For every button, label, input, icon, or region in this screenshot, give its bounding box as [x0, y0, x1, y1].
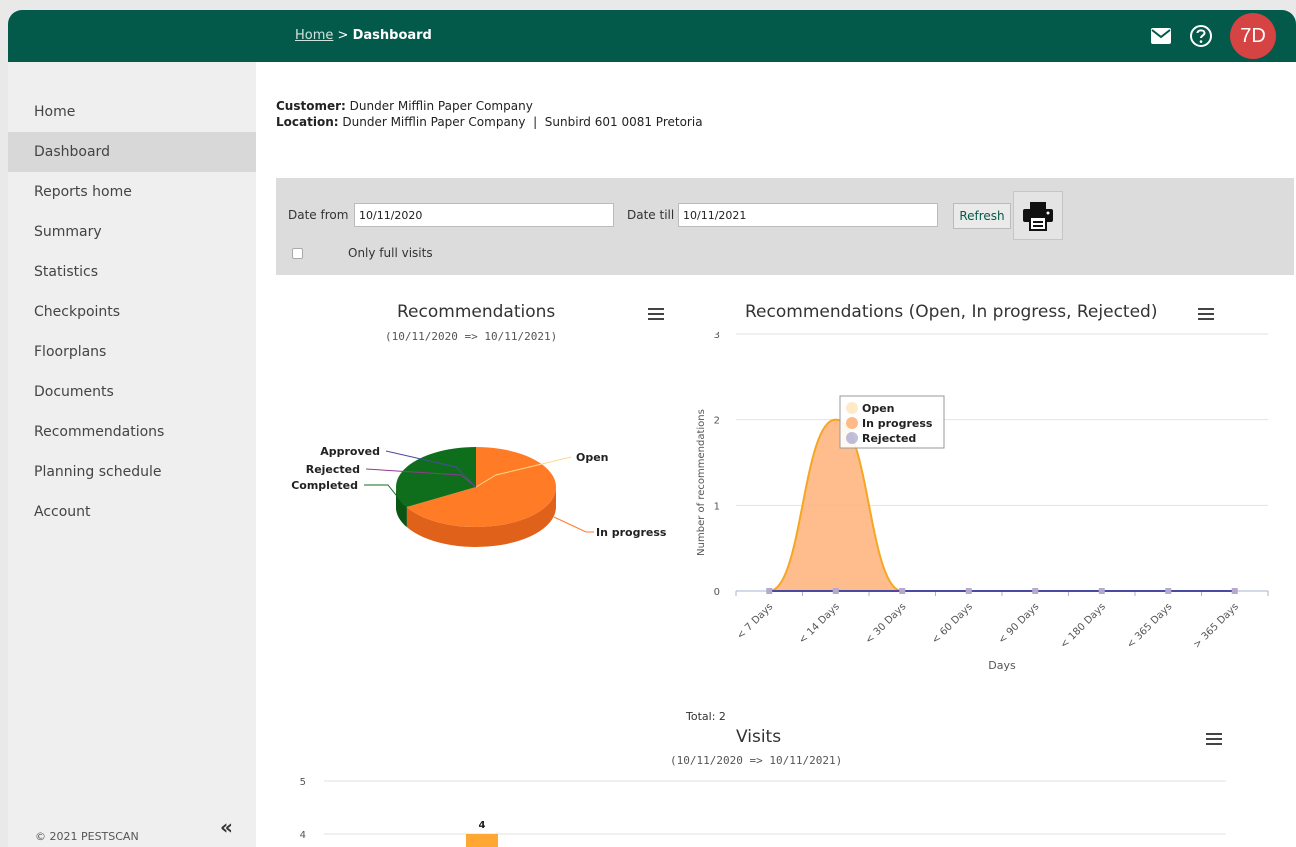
area-y-axis-title: Number of recommendations: [696, 409, 707, 556]
area-chart-menu-icon[interactable]: [1198, 308, 1214, 322]
printer-icon: [1023, 201, 1053, 231]
pie-chart-title: Recommendations: [397, 302, 556, 322]
area-point-rejected: [1098, 588, 1105, 594]
pie-label-in-progress: In progress: [596, 526, 667, 539]
top-bar: Home > Dashboard 7D: [8, 10, 1296, 62]
area-xtick-label: < 7 Days: [735, 601, 775, 641]
only-full-visits-checkbox[interactable]: [292, 248, 303, 259]
location-label: Location:: [276, 115, 339, 129]
sidebar-item-checkpoints[interactable]: Checkpoints: [8, 292, 256, 332]
area-xtick-label: > 365 Days: [1192, 601, 1241, 650]
area-point-rejected: [1231, 588, 1238, 594]
customer-info: Customer: Dunder Mifflin Paper Company L…: [276, 98, 703, 130]
area-xtick-label: < 14 Days: [797, 601, 842, 646]
date-till-label: Date till: [627, 208, 675, 222]
sidebar-item-statistics[interactable]: Statistics: [8, 252, 256, 292]
main-content: Customer: Dunder Mifflin Paper Company L…: [256, 62, 1296, 847]
sidebar-item-home[interactable]: Home: [8, 92, 256, 132]
area-xtick-label: < 90 Days: [997, 601, 1042, 646]
area-ytick-3: 3: [714, 332, 720, 341]
area-ytick-0: 0: [714, 587, 720, 598]
pie-label-rejected: Rejected: [306, 463, 360, 476]
visits-chart-title: Visits: [736, 727, 782, 747]
area-legend-marker-in-progress: [846, 417, 858, 429]
sidebar-item-planning-schedule[interactable]: Planning schedule: [8, 452, 256, 492]
visits-chart-menu-icon[interactable]: [1206, 733, 1222, 747]
sidebar-item-summary[interactable]: Summary: [8, 212, 256, 252]
area-xtick-label: < 365 Days: [1125, 601, 1174, 650]
refresh-button[interactable]: Refresh: [953, 203, 1011, 229]
sidebar-item-documents[interactable]: Documents: [8, 372, 256, 412]
help-icon[interactable]: [1188, 23, 1214, 49]
area-ytick-1: 1: [714, 501, 720, 512]
breadcrumb-separator: >: [337, 28, 349, 43]
area-legend-marker-open: [846, 402, 858, 414]
app-window: Home > Dashboard 7D Home Dashboard Repor…: [8, 10, 1296, 847]
customer-value: Dunder Mifflin Paper Company: [349, 99, 533, 113]
location-value: Dunder Mifflin Paper Company | Sunbird 6…: [342, 115, 703, 129]
print-button[interactable]: [1013, 191, 1063, 240]
mail-icon[interactable]: [1148, 23, 1174, 49]
area-legend-label-in-progress: In progress: [862, 417, 933, 430]
copyright: © 2021 PESTSCAN: [35, 830, 139, 843]
area-xtick-label: < 180 Days: [1059, 601, 1108, 650]
area-chart-title: Recommendations (Open, In progress, Reje…: [745, 302, 1158, 322]
area-chart: 0 1 2 3 < 7 Days < 14 Days < 30 Days < 60 Days <…: [696, 332, 1269, 672]
visits-ytick-4: 4: [300, 830, 306, 841]
breadcrumb-home-link[interactable]: Home: [295, 28, 333, 43]
date-from-label: Date from: [288, 208, 349, 222]
visits-chart-subtitle: (10/11/2020 => 10/11/2021): [670, 754, 843, 767]
pie-chart-menu-icon[interactable]: [648, 308, 664, 322]
sidebar-item-recommendations[interactable]: Recommendations: [8, 412, 256, 452]
area-x-axis-title: Days: [988, 659, 1016, 672]
pie-connector-in-progress: [553, 516, 594, 533]
visits-ytick-5: 5: [300, 777, 306, 788]
sidebar-item-dashboard[interactable]: Dashboard: [8, 132, 256, 172]
pie-label-completed: Completed: [291, 479, 358, 492]
breadcrumb-current: Dashboard: [352, 28, 432, 43]
only-full-visits-label: Only full visits: [348, 246, 433, 260]
breadcrumb: Home > Dashboard: [295, 28, 432, 43]
area-point-rejected: [965, 588, 972, 594]
area-ytick-2: 2: [714, 416, 720, 427]
pie-chart: Open In progress Rejected Approved Completed: [291, 445, 667, 547]
area-point-rejected: [1032, 588, 1039, 594]
sidebar-item-reports-home[interactable]: Reports home: [8, 172, 256, 212]
filter-panel: Date from Date till Refresh Only full vi…: [276, 178, 1294, 275]
pie-label-approved: Approved: [320, 445, 380, 458]
total-label: Total: 2: [686, 710, 726, 723]
customer-label: Customer:: [276, 99, 346, 113]
pie-label-open: Open: [576, 451, 609, 464]
sidebar-item-account[interactable]: Account: [8, 492, 256, 532]
area-legend-marker-rejected: [846, 432, 858, 444]
date-from-input[interactable]: [354, 203, 614, 227]
area-legend-label-open: Open: [862, 402, 895, 415]
area-xtick-label: < 30 Days: [864, 601, 909, 646]
area-point-rejected: [899, 588, 906, 594]
area-legend-label-rejected: Rejected: [862, 432, 916, 445]
pie-chart-subtitle: (10/11/2020 => 10/11/2021): [385, 330, 558, 343]
area-point-rejected: [832, 588, 839, 594]
sidebar-item-floorplans[interactable]: Floorplans: [8, 332, 256, 372]
sidebar: Home Dashboard Reports home Summary Stat…: [8, 62, 256, 847]
date-till-input[interactable]: [678, 203, 938, 227]
area-xtick-label: < 60 Days: [930, 601, 975, 646]
visits-bar-label: 4: [479, 820, 486, 831]
area-point-rejected: [1165, 588, 1172, 594]
visits-chart: 4 5 4: [300, 777, 1226, 847]
area-point-rejected: [766, 588, 773, 594]
avatar[interactable]: 7D: [1230, 13, 1276, 59]
visits-bar: [466, 834, 498, 847]
collapse-sidebar-icon[interactable]: «: [220, 815, 233, 839]
